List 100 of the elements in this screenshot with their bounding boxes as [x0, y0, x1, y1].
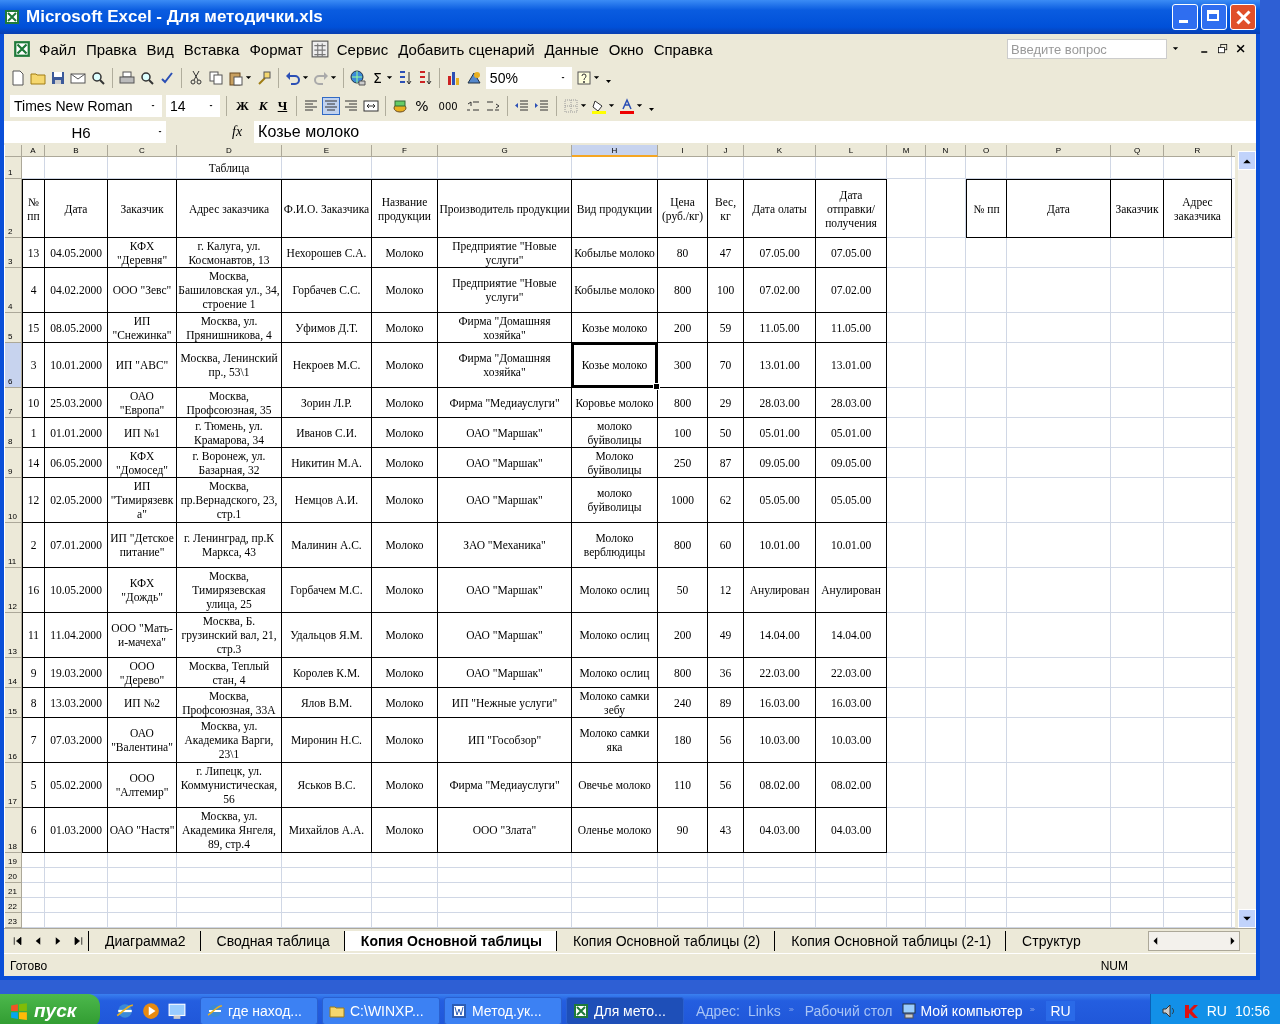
- first-sheet-icon[interactable]: [12, 935, 24, 947]
- menu-item[interactable]: Формат: [244, 38, 308, 60]
- vertical-scrollbar[interactable]: [1238, 145, 1256, 928]
- row-header[interactable]: 13: [5, 613, 22, 658]
- speaker-icon[interactable]: [1160, 1003, 1177, 1019]
- row-header[interactable]: 18: [5, 808, 22, 853]
- column-header[interactable]: A: [22, 145, 45, 157]
- column-header[interactable]: M: [887, 145, 926, 157]
- column-header[interactable]: D: [177, 145, 282, 157]
- calculator-icon[interactable]: [310, 40, 329, 58]
- language-button[interactable]: RU: [1046, 1001, 1075, 1021]
- column-header[interactable]: C: [108, 145, 177, 157]
- taskbar-button[interactable]: где наход...: [200, 997, 318, 1024]
- magnifier-icon[interactable]: [90, 70, 106, 86]
- media-player-icon[interactable]: [142, 1002, 160, 1020]
- horizontal-scrollbar[interactable]: [1148, 931, 1240, 951]
- column-header[interactable]: H: [572, 145, 658, 157]
- row-header[interactable]: 17: [5, 763, 22, 808]
- thousands-button[interactable]: 000: [435, 95, 461, 117]
- column-header[interactable]: F: [372, 145, 438, 157]
- zoom-field[interactable]: 50%: [485, 67, 572, 89]
- browser-icon[interactable]: [116, 1002, 134, 1020]
- row-header[interactable]: 20: [5, 868, 22, 883]
- row-header[interactable]: 5: [5, 313, 22, 343]
- row-header[interactable]: 15: [5, 688, 22, 718]
- row-header[interactable]: 4: [5, 268, 22, 313]
- formula-field[interactable]: Козье молоко: [254, 121, 1256, 143]
- taskbar-button[interactable]: Для мето...: [566, 997, 684, 1024]
- column-header[interactable]: E: [282, 145, 372, 157]
- outdent-icon[interactable]: [513, 98, 530, 114]
- row-header[interactable]: 9: [5, 448, 22, 478]
- align-left-icon[interactable]: [303, 98, 320, 114]
- copy-icon[interactable]: [208, 70, 224, 86]
- fill-bucket-icon[interactable]: [590, 98, 607, 114]
- menu-item[interactable]: Файл: [34, 38, 81, 60]
- close-icon[interactable]: [1235, 43, 1247, 55]
- align-center-icon[interactable]: [323, 98, 340, 114]
- menu-item[interactable]: Вид: [141, 38, 179, 60]
- row-header[interactable]: 1: [5, 157, 22, 179]
- column-header[interactable]: N: [926, 145, 966, 157]
- spreadsheet-icon[interactable]: [13, 40, 31, 58]
- row-header[interactable]: 6: [5, 343, 22, 388]
- close-button[interactable]: [1230, 4, 1256, 30]
- help-field[interactable]: Введите вопрос: [1007, 39, 1167, 59]
- row-header[interactable]: 10: [5, 478, 22, 523]
- column-header[interactable]: K: [744, 145, 816, 157]
- row-header[interactable]: 14: [5, 658, 22, 688]
- desktop-icon[interactable]: [168, 1002, 186, 1020]
- row-header[interactable]: 11: [5, 523, 22, 568]
- menu-item[interactable]: Сервис: [331, 38, 394, 60]
- my-computer-button[interactable]: Мой компьютер: [900, 1003, 1023, 1019]
- column-header[interactable]: L: [816, 145, 887, 157]
- envelope-icon[interactable]: [70, 70, 86, 86]
- clipboard-icon[interactable]: [228, 70, 244, 86]
- merge-cells-icon[interactable]: [363, 98, 380, 114]
- decrease-decimal-icon[interactable]: [484, 98, 501, 114]
- column-header[interactable]: R: [1164, 145, 1232, 157]
- increase-decimal-icon[interactable]: [464, 98, 481, 114]
- maximize-button[interactable]: [1201, 4, 1227, 30]
- row-header[interactable]: 3: [5, 238, 22, 268]
- scissors-icon[interactable]: [188, 70, 204, 86]
- menu-item[interactable]: Окно: [603, 38, 649, 60]
- column-header[interactable]: O: [966, 145, 1007, 157]
- document-icon[interactable]: [10, 70, 26, 86]
- row-header[interactable]: 23: [5, 913, 22, 928]
- size-field[interactable]: 14: [166, 95, 220, 117]
- menu-item[interactable]: Правка: [80, 38, 142, 60]
- function-button[interactable]: fx: [172, 124, 249, 140]
- percent-button[interactable]: %: [412, 95, 432, 117]
- magnifier-icon[interactable]: [139, 70, 155, 86]
- column-header[interactable]: Q: [1111, 145, 1164, 157]
- undo-icon[interactable]: [285, 70, 301, 86]
- row-header[interactable]: 22: [5, 898, 22, 913]
- column-header[interactable]: J: [708, 145, 744, 157]
- sheet-tab[interactable]: Копия Основной таблицы: [343, 931, 556, 951]
- row-header[interactable]: 12: [5, 568, 22, 613]
- currency-icon[interactable]: [392, 98, 409, 114]
- column-header[interactable]: G: [438, 145, 572, 157]
- column-header[interactable]: B: [45, 145, 108, 157]
- restore-icon[interactable]: [1217, 43, 1229, 55]
- autosum-button[interactable]: Σ: [370, 67, 385, 89]
- last-sheet-icon[interactable]: [72, 935, 84, 947]
- printer-icon[interactable]: [119, 70, 135, 86]
- minimize-button[interactable]: [1172, 4, 1198, 30]
- font-field[interactable]: Times New Roman: [10, 95, 162, 117]
- taskbar-button[interactable]: Метод.ук...: [444, 997, 562, 1024]
- menu-item[interactable]: Добавить сценарий: [393, 38, 540, 60]
- drawing-tools-icon[interactable]: [465, 70, 482, 86]
- indent-icon[interactable]: [533, 98, 550, 114]
- italic-button[interactable]: К: [255, 95, 271, 117]
- globe-icon[interactable]: [350, 70, 366, 86]
- font-color-icon[interactable]: [618, 98, 635, 114]
- bar-chart-icon[interactable]: [445, 70, 462, 86]
- underline-button[interactable]: Ч: [274, 95, 291, 117]
- row-header[interactable]: 2: [5, 179, 22, 238]
- menu-item[interactable]: Вставка: [178, 38, 245, 60]
- row-header[interactable]: 8: [5, 418, 22, 448]
- column-header[interactable]: I: [658, 145, 708, 157]
- row-header[interactable]: 7: [5, 388, 22, 418]
- taskbar-button[interactable]: C:\WINXP...: [322, 997, 440, 1024]
